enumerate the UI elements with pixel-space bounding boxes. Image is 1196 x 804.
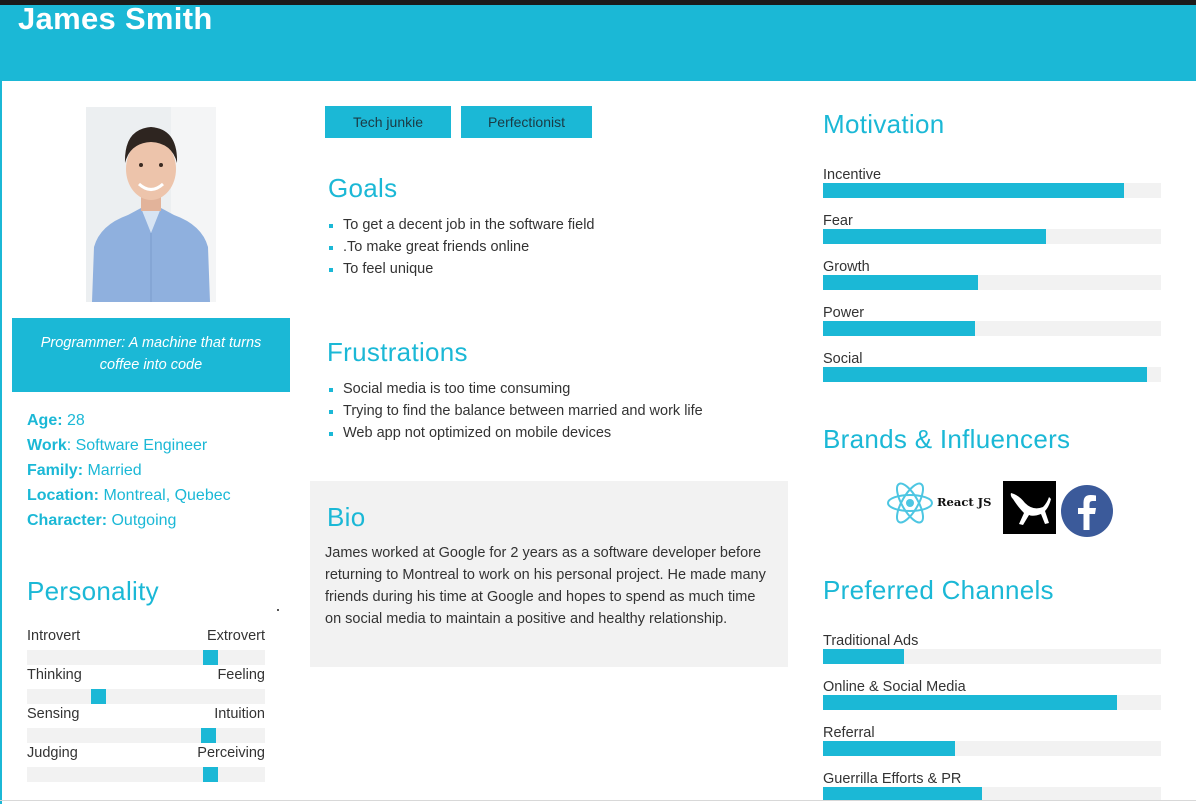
channel-traditional-ads: Traditional Ads bbox=[823, 633, 1161, 667]
meter-track bbox=[823, 321, 1161, 336]
brand-react: React JS bbox=[885, 480, 997, 526]
puma-logo-icon bbox=[1003, 481, 1056, 534]
meter-fill bbox=[823, 649, 905, 664]
bio-text: James worked at Google for 2 years as a … bbox=[325, 545, 766, 627]
meter-label: Online & Social Media bbox=[823, 679, 966, 695]
meter-track bbox=[823, 649, 1161, 664]
motivation-incentive: Incentive bbox=[823, 167, 1161, 201]
brands-heading: Brands & Influencers bbox=[823, 424, 1071, 454]
bio-heading: Bio bbox=[327, 502, 366, 532]
fact-work: Work: Software Engineer bbox=[27, 437, 208, 454]
list-item: Trying to find the balance between marri… bbox=[328, 400, 703, 422]
frame-bottom-border bbox=[0, 800, 1196, 801]
profile-photo bbox=[86, 107, 216, 302]
meter-fill bbox=[823, 275, 979, 290]
frustrations-list: Social media is too time consuming Tryin… bbox=[328, 378, 703, 444]
list-item: To get a decent job in the software fiel… bbox=[328, 214, 595, 236]
trait-knob bbox=[200, 728, 216, 743]
trait-introvert-extrovert: Introvert Extrovert bbox=[27, 628, 265, 667]
meter-fill bbox=[823, 787, 982, 800]
persona-facts: Age: 28 Work: Software Engineer Family: … bbox=[27, 408, 287, 533]
fact-character: Character: Outgoing bbox=[27, 512, 177, 529]
meter-track bbox=[823, 695, 1161, 710]
fact-family: Family: Married bbox=[27, 462, 142, 479]
trait-right-label: Perceiving bbox=[197, 745, 265, 761]
meter-track bbox=[823, 741, 1161, 756]
puma-cat-shape bbox=[1010, 493, 1051, 525]
meter-fill bbox=[823, 741, 955, 756]
trait-track bbox=[27, 689, 265, 704]
trait-knob bbox=[91, 689, 107, 704]
personality-heading: Personality bbox=[27, 576, 159, 606]
motivation-social: Social bbox=[823, 351, 1161, 385]
list-item: .To make great friends online bbox=[328, 236, 595, 258]
stray-dot bbox=[277, 609, 279, 611]
meter-track bbox=[823, 183, 1161, 198]
meter-fill bbox=[823, 229, 1047, 244]
trait-track bbox=[27, 767, 265, 782]
meter-label: Power bbox=[823, 305, 865, 321]
motivation-fear: Fear bbox=[823, 213, 1161, 247]
react-label: React JS bbox=[937, 495, 992, 509]
trait-right-label: Feeling bbox=[217, 667, 265, 683]
meter-label: Fear bbox=[823, 213, 853, 229]
channel-guerrilla: Guerrilla Efforts & PR bbox=[823, 771, 1161, 800]
list-item: To feel unique bbox=[328, 258, 595, 280]
goals-heading: Goals bbox=[328, 173, 398, 203]
trait-knob bbox=[203, 650, 219, 665]
frame-left-border bbox=[0, 5, 2, 804]
tag-perfectionist: Perfectionist bbox=[461, 106, 592, 138]
persona-quote: Programmer: A machine that turns coffee … bbox=[12, 318, 290, 392]
facebook-logo-icon bbox=[1060, 484, 1114, 538]
trait-judging-perceiving: Judging Perceiving bbox=[27, 745, 265, 784]
meter-fill bbox=[823, 695, 1118, 710]
persona-header: James Smith bbox=[2, 1, 1196, 81]
list-item: Social media is too time consuming bbox=[328, 378, 703, 400]
facebook-circle-shape bbox=[1061, 485, 1113, 537]
trait-track bbox=[27, 728, 265, 743]
trait-sensing-intuition: Sensing Intuition bbox=[27, 706, 265, 745]
goals-list: To get a decent job in the software fiel… bbox=[328, 214, 595, 280]
meter-label: Guerrilla Efforts & PR bbox=[823, 771, 962, 787]
channel-referral: Referral bbox=[823, 725, 1161, 759]
trait-left-label: Thinking bbox=[27, 667, 82, 683]
react-logo-icon bbox=[887, 482, 933, 524]
meter-fill bbox=[823, 367, 1148, 382]
meter-label: Traditional Ads bbox=[823, 633, 919, 649]
meter-label: Growth bbox=[823, 259, 870, 275]
meter-fill bbox=[823, 321, 976, 336]
meter-track bbox=[823, 275, 1161, 290]
motivation-heading: Motivation bbox=[823, 109, 945, 139]
tag-tech-junkie: Tech junkie bbox=[325, 106, 451, 138]
trait-right-label: Intuition bbox=[214, 706, 265, 722]
meter-track bbox=[823, 229, 1161, 244]
portrait-image bbox=[86, 107, 216, 302]
trait-thinking-feeling: Thinking Feeling bbox=[27, 667, 265, 706]
trait-left-label: Introvert bbox=[27, 628, 81, 644]
list-item: Web app not optimized on mobile devices bbox=[328, 422, 703, 444]
meter-fill bbox=[823, 183, 1124, 198]
trait-track bbox=[27, 650, 265, 665]
motivation-power: Power bbox=[823, 305, 1161, 339]
trait-knob bbox=[203, 767, 219, 782]
meter-label: Incentive bbox=[823, 167, 882, 183]
fact-age: Age: 28 bbox=[27, 412, 85, 429]
channel-online-social: Online & Social Media bbox=[823, 679, 1161, 713]
fact-location: Location: Montreal, Quebec bbox=[27, 487, 231, 504]
trait-left-label: Sensing bbox=[27, 706, 80, 722]
trait-left-label: Judging bbox=[27, 745, 78, 761]
meter-track bbox=[823, 367, 1161, 382]
persona-name: James Smith bbox=[18, 1, 213, 36]
bio-panel: Bio James worked at Google for 2 years a… bbox=[310, 481, 788, 667]
frustrations-heading: Frustrations bbox=[327, 337, 468, 367]
meter-track bbox=[823, 787, 1161, 800]
motivation-growth: Growth bbox=[823, 259, 1161, 293]
channels-heading: Preferred Channels bbox=[823, 575, 1054, 605]
meter-label: Referral bbox=[823, 725, 875, 741]
trait-right-label: Extrovert bbox=[206, 628, 265, 644]
meter-label: Social bbox=[823, 351, 863, 367]
